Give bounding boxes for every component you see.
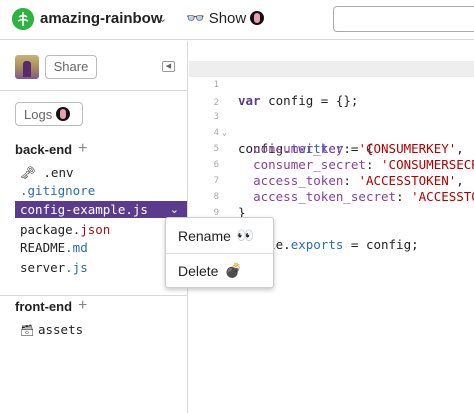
rename-label: Rename [178,227,231,244]
file-ext: .js [125,202,148,217]
code-line[interactable]: 4 consumer_key: 'CONSUMERKEY', [189,109,474,156]
eyes-icon: 👀 [236,227,255,243]
sidebar: Share ◀ Logs back-end + 🗝 .env .gitignor… [0,41,188,413]
show-label: Show [208,9,247,27]
top-bar: amazing-rainbow ⌄ 👓 Show [0,0,474,40]
file-name: .gitignore [20,183,96,198]
code-line[interactable]: 1 var config = {}; [189,61,474,108]
collapse-sidebar-icon[interactable]: ◀ [162,61,175,72]
search-input[interactable] [333,6,474,32]
code-line[interactable]: 8 } [189,173,474,220]
delete-label: Delete [178,262,219,279]
file-item[interactable]: .gitignore [15,182,187,199]
folder-title: front-end [15,298,73,314]
file-ext: .md [65,240,88,255]
key-icon: 🗝 [20,165,44,180]
delete-menu-item[interactable]: Delete 💣 [178,262,242,279]
glasses-icon: 👓 [186,10,205,27]
code-line[interactable]: 5 consumer_secret: 'CONSUMERSECRET', [189,125,474,172]
share-button[interactable]: Share [45,55,97,79]
archive-box-icon: 🗃 [20,324,34,337]
code-line[interactable]: 9 [189,189,474,218]
file-item-selected[interactable]: config-example.js ⌄ [15,201,187,218]
logs-label: Logs [24,106,53,122]
file-ext: .js [65,260,88,275]
project-logo-icon[interactable] [12,8,34,30]
rename-menu-item[interactable]: Rename 👀 [178,227,254,244]
add-file-icon[interactable]: + [78,297,87,315]
avatar [250,11,265,25]
file-name: README [20,240,66,255]
folder-back-end[interactable]: back-end + [15,140,87,158]
file-name: server [20,260,66,275]
bomb-icon: 💣 [224,262,242,278]
chevron-down-icon[interactable]: ⌄ [158,12,167,25]
code-line[interactable]: 6 access_token: 'ACCESSTOKEN', [189,141,474,188]
folder-title: back-end [15,141,73,157]
folder-item[interactable]: 🗃 assets [15,321,187,338]
file-name: package [20,222,73,237]
file-item[interactable]: README.md [15,239,187,256]
file-ext: .json [72,222,111,237]
project-name[interactable]: amazing-rainbow [40,10,163,27]
code-line[interactable]: 7 access_token_secret: 'ACCESSTOKENSECRE… [189,157,474,204]
menu-divider [166,253,273,254]
file-name: .env [43,165,74,180]
divider [0,90,187,91]
divider [0,295,187,296]
code-line[interactable]: 3 ⌄ config.twitter = { [189,93,474,156]
avatar [56,107,71,121]
show-button[interactable]: 👓 Show [186,9,265,27]
file-name: assets [37,322,84,337]
folder-front-end[interactable]: front-end + [15,297,87,315]
file-item[interactable]: 🗝 .env [15,164,187,181]
file-context-menu: Rename 👀 Delete 💣 [165,217,274,288]
file-name: config-example [20,202,126,217]
logs-button[interactable]: Logs [15,102,83,126]
add-file-icon[interactable]: + [78,140,87,158]
file-item[interactable]: package.json [15,221,187,238]
file-item[interactable]: server.js [15,259,187,276]
chevron-down-icon[interactable]: ⌄ [170,201,179,218]
user-avatar[interactable] [15,55,39,79]
